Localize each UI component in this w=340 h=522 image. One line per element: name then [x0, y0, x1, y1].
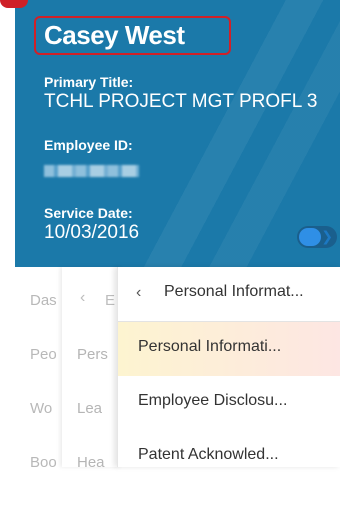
- service-date-label: Service Date:: [44, 205, 133, 221]
- menu3-item-label: Employee Disclosu...: [138, 392, 288, 409]
- profile-card: Casey West Primary Title: TCHL PROJECT M…: [15, 0, 340, 267]
- menu1-item-people[interactable]: Peo: [30, 346, 57, 363]
- primary-title-value: TCHL PROJECT MGT PROFL 3: [44, 91, 318, 112]
- chevron-left-icon[interactable]: ‹: [80, 289, 85, 307]
- notification-badge-corner: [0, 0, 28, 8]
- menu1-item-book[interactable]: Boo: [30, 454, 57, 471]
- employee-name: Casey West: [44, 20, 185, 50]
- menu2-item-health[interactable]: Hea: [77, 454, 105, 471]
- employee-id-label: Employee ID:: [44, 137, 133, 153]
- menu1-item-work[interactable]: Wo: [30, 400, 52, 417]
- menu3-item-label: Personal Informati...: [138, 338, 282, 355]
- menu1-item-dashboard[interactable]: Das: [30, 292, 57, 309]
- menu2-header: E: [105, 292, 116, 309]
- menu2-item-personal[interactable]: Pers: [77, 346, 108, 363]
- menu3-item-personal-information[interactable]: Personal Informati...: [118, 322, 340, 376]
- menu2-item-leave[interactable]: Lea: [77, 400, 102, 417]
- menu3-item-patent-acknowledgement[interactable]: Patent Acknowled...: [118, 430, 340, 484]
- toggle-knob: [299, 228, 321, 246]
- primary-title-label: Primary Title:: [44, 74, 134, 90]
- menu3-item-employee-disclosure[interactable]: Employee Disclosu...: [118, 376, 340, 430]
- menu-level3: ‹ Personal Informat... Personal Informat…: [117, 267, 340, 467]
- menu3-header: Personal Informat...: [164, 283, 304, 300]
- expand-toggle[interactable]: ❯: [297, 226, 337, 248]
- menu3-item-label: Patent Acknowled...: [138, 446, 279, 463]
- employee-id-redacted: [44, 165, 139, 177]
- chevron-right-icon: ❯: [321, 228, 333, 244]
- menu3-back-row[interactable]: ‹ Personal Informat...: [118, 267, 340, 321]
- menu-level2: ‹ E Pers Lea Hea: [62, 267, 122, 471]
- chevron-left-icon[interactable]: ‹: [136, 284, 141, 302]
- service-date-value: 10/03/2016: [44, 222, 140, 243]
